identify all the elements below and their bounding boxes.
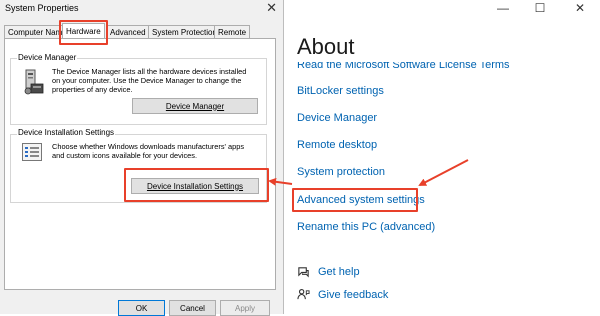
highlight-box-installation-button [124,168,269,202]
remote-desktop-link[interactable]: Remote desktop [297,139,377,151]
device-manager-group-title: Device Manager [17,53,78,62]
highlight-box-hardware-tab [59,20,108,45]
tab-advanced[interactable]: Advanced [106,25,150,39]
feedback-icon [297,289,310,300]
page-title: About [297,34,355,59]
settings-window: — ☐ ✕ About Read the Microsoft Software … [285,0,600,314]
give-feedback-label: Give feedback [318,288,389,301]
installation-settings-icon [22,143,42,161]
device-manager-button[interactable]: Device Manager [132,98,258,114]
hardware-tab-panel: Device Manager The Device Manager lists … [4,38,276,290]
get-help-icon [298,267,309,278]
highlight-box-advanced-settings [292,188,418,212]
rename-pc-link[interactable]: Rename this PC (advanced) [297,221,435,233]
device-manager-link[interactable]: Device Manager [297,112,377,124]
system-properties-dialog: System Properties ✕ Computer Name Hardwa… [0,0,284,316]
close-icon[interactable]: ✕ [565,0,595,16]
system-protection-link[interactable]: System protection [297,166,385,178]
dialog-title: System Properties [5,3,79,13]
tab-system-protection[interactable]: System Protection [148,25,221,39]
device-manager-description: The Device Manager lists all the hardwar… [52,67,247,94]
tab-remote[interactable]: Remote [214,25,251,39]
maximize-icon[interactable]: ☐ [525,0,555,16]
give-feedback-link[interactable]: Give feedback [297,288,388,301]
installation-settings-group-title: Device Installation Settings [17,128,116,137]
dialog-close-icon[interactable]: ✕ [266,0,277,16]
minimize-icon[interactable]: — [488,0,518,16]
license-terms-link[interactable]: Read the Microsoft Software License Term… [297,62,510,71]
bitlocker-settings-link[interactable]: BitLocker settings [297,85,384,97]
get-help-label: Get help [318,265,360,278]
device-manager-icon [24,69,44,95]
get-help-link[interactable]: Get help [297,265,360,278]
installation-settings-description: Choose whether Windows downloads manufac… [52,142,245,160]
